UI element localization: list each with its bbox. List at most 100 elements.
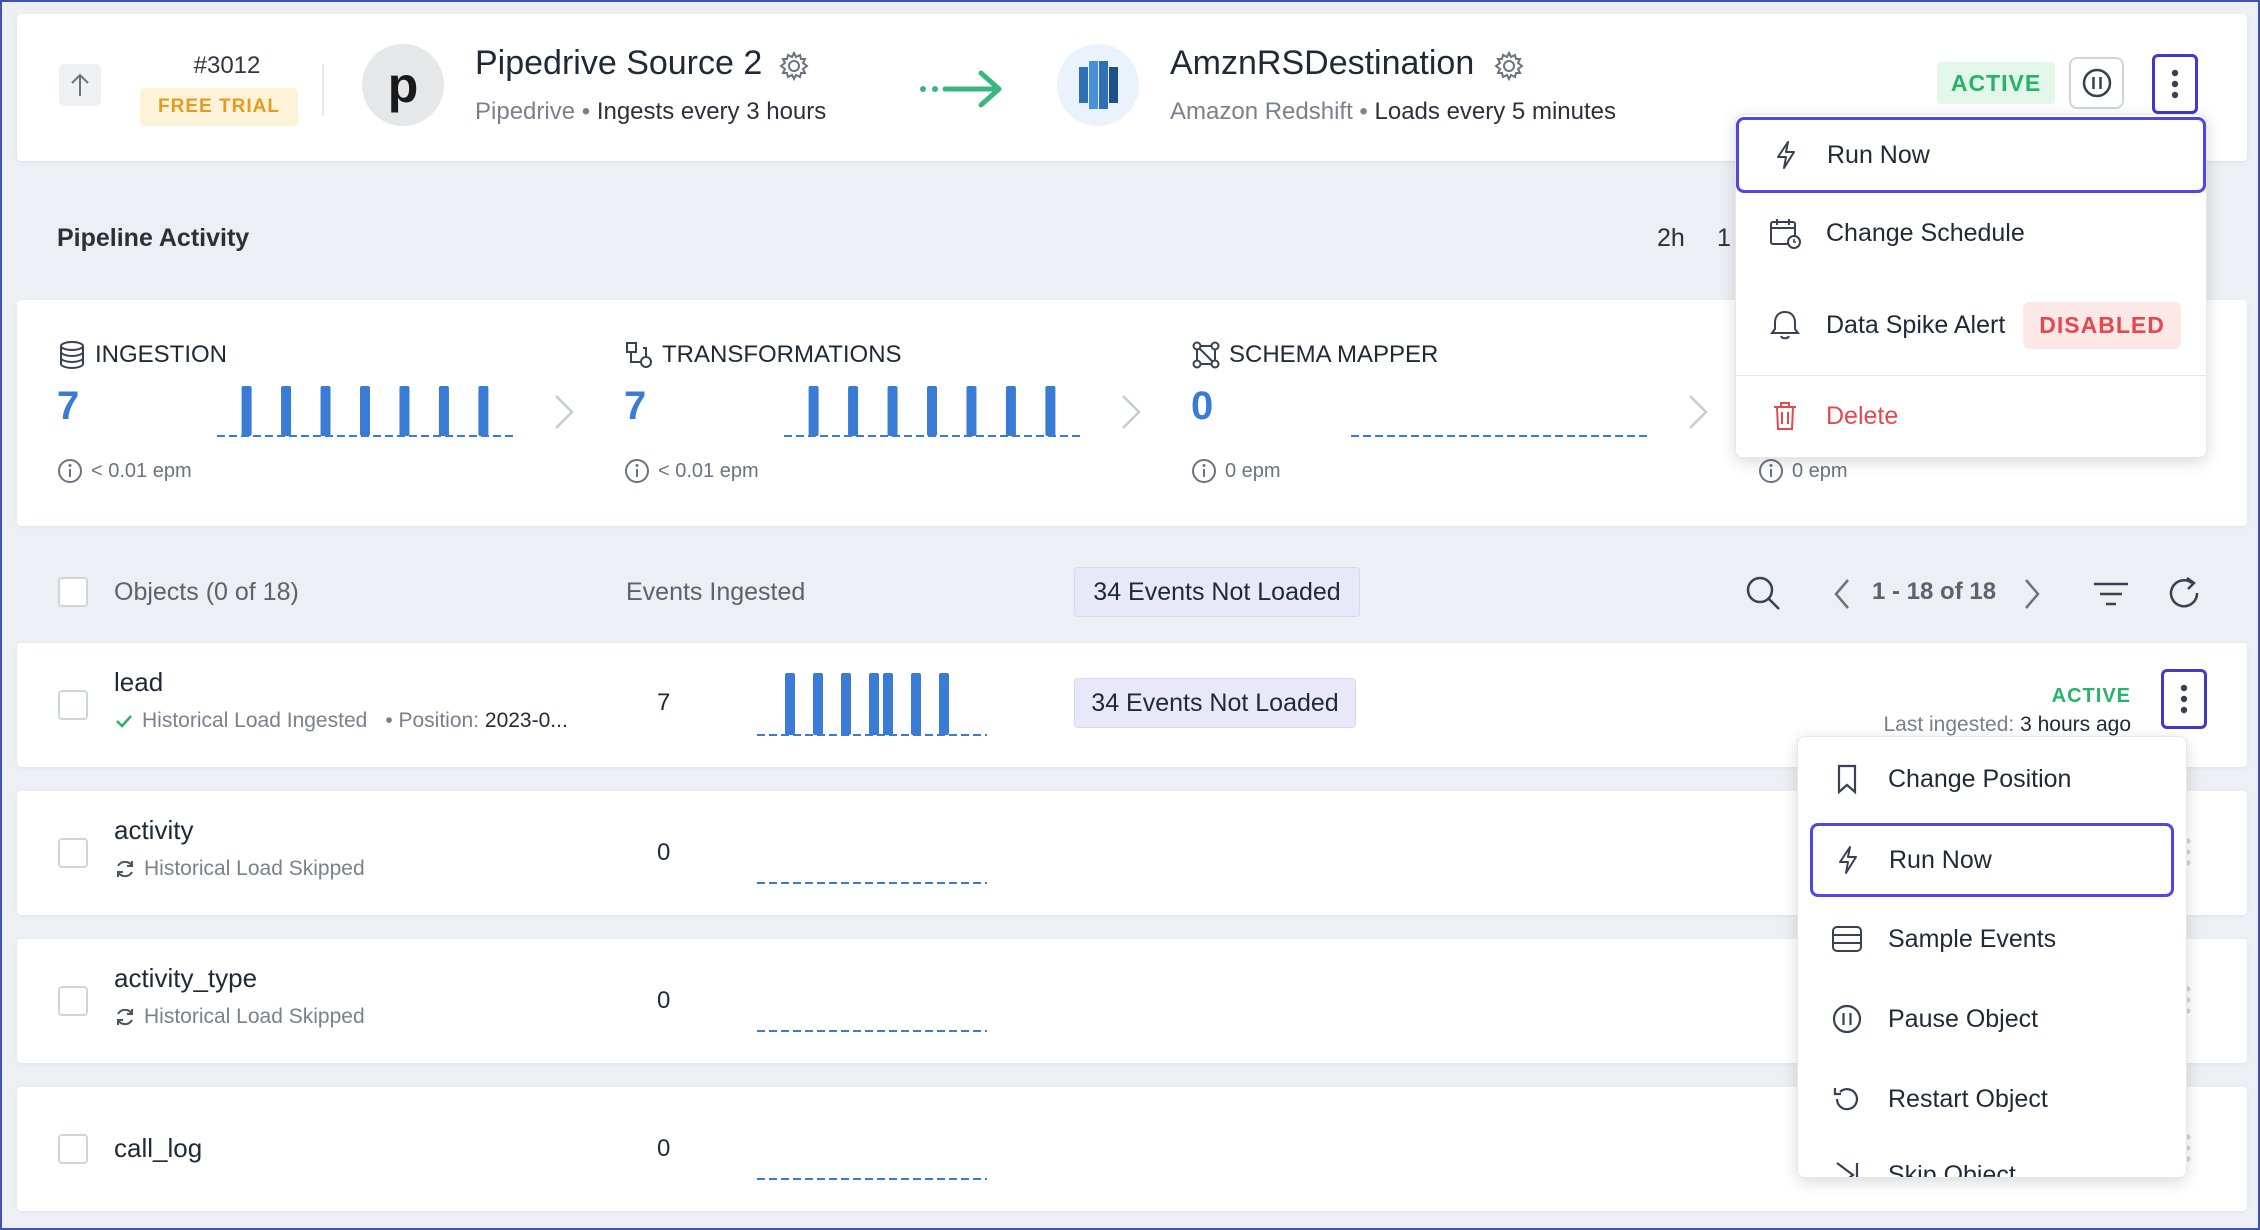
object-more-button[interactable] xyxy=(2161,669,2207,729)
source-schedule: Ingests every 3 hours xyxy=(596,98,827,125)
chevron-left-icon[interactable] xyxy=(1832,577,1852,611)
sparkline-bar xyxy=(241,386,252,436)
pipeline-actions-menu: Run Now Change Schedule Data Spike Alert… xyxy=(1735,114,2207,458)
destination-logo xyxy=(1057,44,1139,126)
menu-item-label: Change Position xyxy=(1888,764,2072,793)
lightning-icon xyxy=(1769,138,1803,172)
last-ingested-label: Last ingested: xyxy=(1883,713,2015,736)
filter-icon[interactable] xyxy=(2092,580,2130,608)
object-status-text: Historical Load Skipped xyxy=(144,1005,365,1028)
stage-schema-mapper[interactable]: SCHEMA MAPPER 0 0 epm xyxy=(1151,300,1717,526)
stage-epm: 0 epm xyxy=(1191,458,1281,484)
info-icon[interactable] xyxy=(57,458,83,484)
stage-sparkline xyxy=(217,386,513,437)
trash-icon xyxy=(1768,399,1802,433)
flow-arrow-icon xyxy=(920,70,1002,108)
pause-icon xyxy=(1830,1002,1864,1036)
menu-item-change-schedule[interactable]: Change Schedule xyxy=(1736,199,2206,267)
range-option-2h[interactable]: 2h xyxy=(1657,224,1685,253)
object-name[interactable]: call_log xyxy=(114,1133,202,1164)
calendar-icon xyxy=(1768,216,1802,250)
check-icon xyxy=(116,715,132,728)
events-not-loaded-filter[interactable]: 34 Events Not Loaded xyxy=(1074,567,1360,617)
arrow-up-icon xyxy=(71,73,89,96)
objects-count-label: Objects (0 of 18) xyxy=(114,578,299,606)
pipeline-activity-title: Pipeline Activity xyxy=(57,224,250,252)
range-option-next[interactable]: 1 xyxy=(1717,224,1731,253)
object-name[interactable]: activity_type xyxy=(114,963,257,994)
menu-item-data-spike-alert[interactable]: Data Spike Alert DISABLED xyxy=(1736,285,2206,365)
stage-sparkline xyxy=(784,386,1080,437)
database-icon xyxy=(60,341,84,370)
bookmark-icon xyxy=(1830,762,1864,796)
source-logo: p xyxy=(362,44,444,126)
stage-transformations[interactable]: TRANSFORMATIONS 7 < 0.01 epm xyxy=(584,300,1150,526)
transform-icon xyxy=(626,342,652,368)
sparkline-bar xyxy=(399,386,410,436)
app-frame: #3012 FREE TRIAL p Pipedrive Source 2 Pi… xyxy=(0,0,2260,1230)
menu-item-label: Skip Object xyxy=(1888,1160,2016,1178)
object-status-text: Historical Load Ingested xyxy=(142,709,368,732)
row-checkbox[interactable] xyxy=(58,1134,88,1164)
menu-item-restart-object[interactable]: Restart Object xyxy=(1798,1065,2186,1133)
pipeline-more-button[interactable] xyxy=(2152,54,2198,114)
source-settings-gear-icon[interactable] xyxy=(779,51,809,81)
row-checkbox[interactable] xyxy=(58,838,88,868)
sync-icon xyxy=(117,860,133,878)
events-count: 0 xyxy=(657,1135,671,1162)
stage-label: TRANSFORMATIONS xyxy=(662,341,902,368)
pipeline-status-badge: ACTIVE xyxy=(1937,62,2055,104)
events-not-loaded-badge[interactable]: 34 Events Not Loaded xyxy=(1074,678,1356,728)
pause-pipeline-button[interactable] xyxy=(2069,57,2124,109)
menu-item-skip-object[interactable]: Skip Object xyxy=(1798,1141,2186,1178)
menu-item-change-position[interactable]: Change Position xyxy=(1798,745,2186,813)
chevron-right-icon xyxy=(555,395,574,429)
menu-item-run-now[interactable]: Run Now xyxy=(1736,117,2206,193)
destination-settings-gear-icon[interactable] xyxy=(1494,51,1524,81)
stage-epm-value: 0 epm xyxy=(1225,459,1281,482)
object-name[interactable]: lead xyxy=(114,667,163,698)
menu-item-run-now[interactable]: Run Now xyxy=(1810,823,2174,897)
info-icon[interactable] xyxy=(624,458,650,484)
sparkline-bar xyxy=(869,673,879,735)
source-type: Pipedrive xyxy=(475,98,576,125)
object-actions-menu: Change Position Run Now Sample Events Pa… xyxy=(1797,736,2187,1178)
stage-epm-value: < 0.01 epm xyxy=(658,459,759,482)
kebab-menu-icon xyxy=(2180,684,2188,714)
source-name[interactable]: Pipedrive Source 2 xyxy=(475,44,762,83)
chevron-right-icon[interactable] xyxy=(2022,577,2042,611)
sparkline-bar xyxy=(281,386,292,436)
stage-ingestion[interactable]: INGESTION 7 < 0.01 epm xyxy=(17,300,583,526)
object-status: Historical Load Skipped xyxy=(114,1005,365,1029)
schema-icon xyxy=(1192,341,1220,369)
refresh-icon[interactable] xyxy=(2165,574,2203,612)
menu-item-label: Data Spike Alert xyxy=(1826,310,2006,339)
free-trial-badge: FREE TRIAL xyxy=(140,88,298,126)
sparkline-bar xyxy=(939,673,949,735)
restart-icon xyxy=(1830,1082,1864,1116)
events-ingested-header: Events Ingested xyxy=(626,578,806,606)
skip-icon xyxy=(1830,1158,1864,1177)
collapse-up-button[interactable] xyxy=(59,64,101,106)
object-name[interactable]: activity xyxy=(114,815,193,846)
object-status: Historical Load Ingested • Position: 202… xyxy=(114,709,568,733)
select-all-checkbox[interactable] xyxy=(58,577,88,607)
row-checkbox[interactable] xyxy=(58,986,88,1016)
row-checkbox[interactable] xyxy=(58,690,88,720)
destination-name[interactable]: AmznRSDestination xyxy=(1170,44,1474,83)
search-icon[interactable] xyxy=(1744,574,1782,612)
menu-item-sample-events[interactable]: Sample Events xyxy=(1798,905,2186,973)
destination-schedule: Loads every 5 minutes xyxy=(1374,98,1616,125)
stage-count: 7 xyxy=(57,384,80,428)
pagination-label: 1 - 18 of 18 xyxy=(1872,578,1997,605)
menu-item-delete[interactable]: Delete xyxy=(1736,381,2206,451)
info-icon[interactable] xyxy=(1758,458,1784,484)
menu-item-label: Restart Object xyxy=(1888,1084,2048,1113)
sparkline-bar xyxy=(966,386,977,436)
stage-count: 7 xyxy=(624,384,647,428)
sparkline-bar xyxy=(438,386,449,436)
sparkline-bar xyxy=(808,386,819,436)
info-icon[interactable] xyxy=(1191,458,1217,484)
stage-label: INGESTION xyxy=(95,341,228,368)
menu-item-pause-object[interactable]: Pause Object xyxy=(1798,985,2186,1053)
